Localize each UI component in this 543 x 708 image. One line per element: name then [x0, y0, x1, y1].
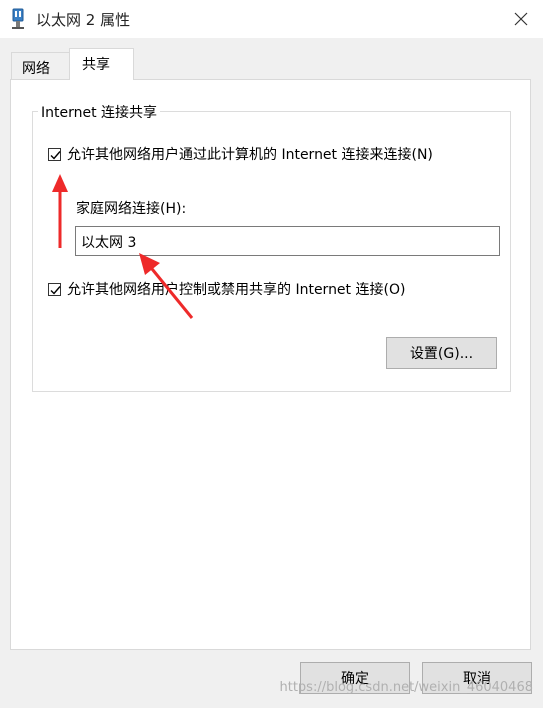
settings-button-label: 设置(G)... [409, 346, 474, 362]
home-connection-value: 以太网 3 [81, 235, 137, 251]
settings-button[interactable]: 设置(G)... [386, 337, 497, 369]
window-title: 以太网 2 属性 [36, 11, 131, 29]
home-connection-select[interactable]: 以太网 3 [75, 226, 500, 256]
tab-sharing[interactable]: 共享 [69, 48, 134, 80]
checkmark-icon [50, 285, 61, 295]
home-connection-label: 家庭网络连接(H): [76, 201, 187, 217]
title-bar: 以太网 2 属性 [0, 0, 543, 38]
checkmark-icon [50, 150, 61, 160]
tab-network-label: 网络 [22, 61, 50, 77]
network-adapter-icon [10, 8, 26, 30]
allow-control-row[interactable]: 允许其他网络用户控制或禁用共享的 Internet 连接(O) [48, 279, 405, 299]
tab-sharing-label: 共享 [82, 57, 110, 73]
ics-group-title: Internet 连接共享 [38, 102, 161, 122]
tab-network[interactable]: 网络 [11, 52, 70, 79]
allow-control-checkbox[interactable] [48, 282, 61, 296]
allow-control-label: 允许其他网络用户控制或禁用共享的 Internet 连接(O) [67, 282, 406, 298]
allow-connect-row[interactable]: 允许其他网络用户通过此计算机的 Internet 连接来连接(N) [48, 144, 433, 164]
allow-connect-checkbox[interactable] [48, 147, 61, 161]
close-icon [514, 12, 528, 26]
close-button[interactable] [499, 0, 543, 38]
allow-connect-label: 允许其他网络用户通过此计算机的 Internet 连接来连接(N) [67, 147, 433, 163]
watermark-text: https://blog.csdn.net/weixin_46040468 [279, 680, 533, 695]
